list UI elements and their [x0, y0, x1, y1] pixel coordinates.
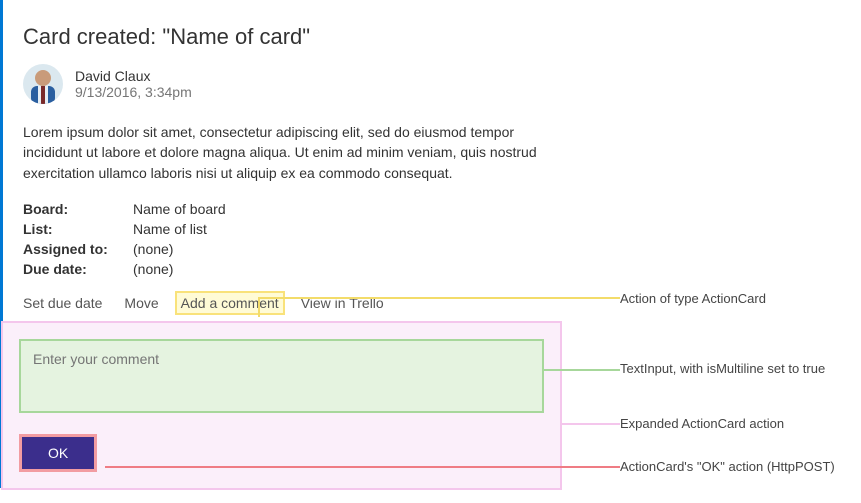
card-title: Card created: "Name of card" [23, 24, 540, 50]
callout-expanded: Expanded ActionCard action [620, 415, 784, 433]
card-body: Lorem ipsum dolor sit amet, consectetur … [23, 122, 540, 183]
fact-row: List: Name of list [23, 221, 540, 237]
fact-row: Board: Name of board [23, 201, 540, 217]
ok-button[interactable]: OK [19, 434, 97, 472]
action-move[interactable]: Move [124, 295, 158, 311]
fact-label: Due date: [23, 261, 133, 277]
author-timestamp: 9/13/2016, 3:34pm [75, 84, 192, 100]
callout-ok-action: ActionCard's "OK" action (HttpPOST) [620, 458, 835, 476]
message-card: Card created: "Name of card" David Claux… [0, 0, 560, 488]
author-name: David Claux [75, 68, 192, 84]
fact-value: Name of list [133, 221, 207, 237]
avatar-icon [23, 64, 63, 104]
fact-value: (none) [133, 241, 173, 257]
annotation-line [258, 297, 260, 317]
avatar [23, 64, 63, 104]
fact-label: Board: [23, 201, 133, 217]
fact-row: Due date: (none) [23, 261, 540, 277]
callout-text-input: TextInput, with isMultiline set to true [620, 360, 825, 378]
action-add-comment[interactable]: Add a comment [177, 293, 283, 313]
fact-label: List: [23, 221, 133, 237]
annotation-line [542, 369, 620, 371]
actions-row: Set due date Move Add a comment View in … [23, 295, 540, 323]
fact-label: Assigned to: [23, 241, 133, 257]
expanded-action-card: OK [3, 323, 560, 488]
action-set-due-date[interactable]: Set due date [23, 295, 102, 311]
fact-value: (none) [133, 261, 173, 277]
annotation-line [260, 297, 620, 299]
author-row: David Claux 9/13/2016, 3:34pm [23, 64, 540, 104]
fact-set: Board: Name of board List: Name of list … [23, 201, 540, 277]
callout-action-card: Action of type ActionCard [620, 290, 766, 308]
fact-row: Assigned to: (none) [23, 241, 540, 257]
annotation-line [560, 423, 620, 425]
comment-input[interactable] [19, 339, 544, 413]
fact-value: Name of board [133, 201, 226, 217]
annotation-line [105, 466, 620, 468]
